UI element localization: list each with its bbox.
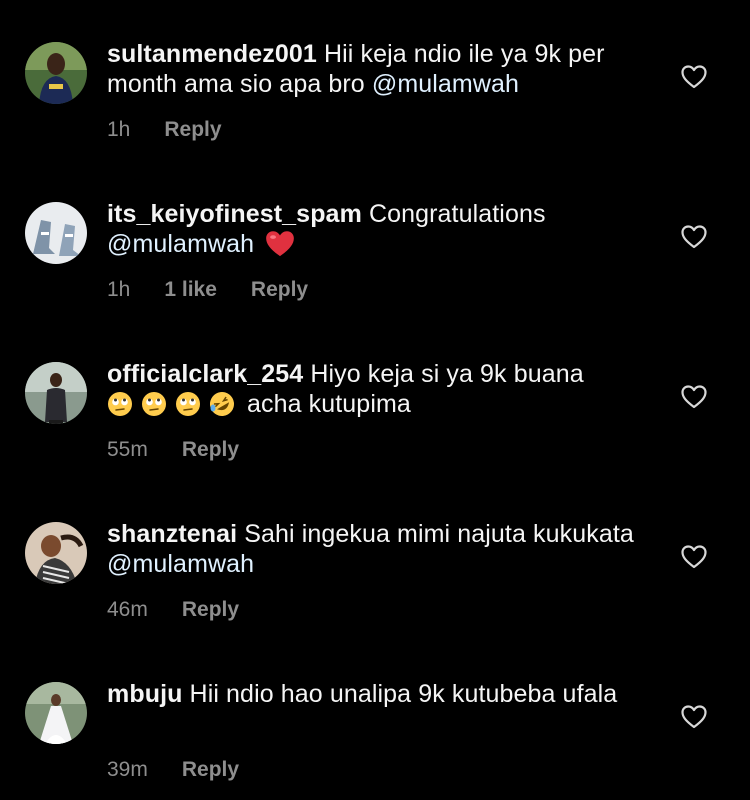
comment-meta: 1h Reply [107, 117, 222, 143]
reply-button[interactable]: Reply [164, 117, 221, 143]
reply-button[interactable]: Reply [182, 437, 239, 463]
comment-body: Congratulations [368, 200, 546, 228]
heart-icon[interactable] [681, 225, 707, 249]
avatar[interactable] [25, 42, 87, 104]
comment-body-continued: acha kutupima [247, 390, 411, 418]
comment-time: 55m [107, 438, 148, 461]
comment-username[interactable]: its_keiyofinest_spam [107, 200, 362, 228]
avatar[interactable] [25, 682, 87, 744]
comment-item: its_keiyofinest_spam Congratulations @mu… [0, 160, 750, 320]
heart-icon[interactable] [681, 705, 707, 729]
reply-button[interactable]: Reply [251, 277, 308, 303]
rolling-on-floor-laughing-emoji-icon [210, 392, 234, 416]
reply-button[interactable]: Reply [182, 597, 239, 623]
comment-text: officialclark_254 Hiyo keja si ya 9k bua… [107, 359, 667, 419]
avatar[interactable] [25, 362, 87, 424]
comment-text: mbuju Hii ndio hao unalipa 9k kutubeba u… [107, 679, 667, 709]
face-with-rolling-eyes-emoji-icon [108, 392, 132, 416]
comment-text: sultanmendez001 Hii keja ndio ile ya 9k … [107, 39, 667, 99]
comment-meta: 39m Reply [107, 757, 239, 783]
comment-item: sultanmendez001 Hii keja ndio ile ya 9k … [0, 0, 750, 160]
comment-meta: 55m Reply [107, 437, 239, 463]
face-with-rolling-eyes-emoji-icon [142, 392, 166, 416]
comment-time: 1h [107, 278, 131, 301]
mention-link[interactable]: @mulamwah [107, 230, 254, 258]
heart-icon[interactable] [681, 385, 707, 409]
red-heart-emoji-icon [266, 231, 295, 257]
avatar[interactable] [25, 522, 87, 584]
comment-time: 46m [107, 598, 148, 621]
heart-icon[interactable] [681, 545, 707, 569]
comment-body: Sahi ingekua mimi najuta kukukata [244, 520, 634, 548]
comment-time: 1h [107, 118, 131, 141]
comment-username[interactable]: shanztenai [107, 520, 237, 548]
comment-item: officialclark_254 Hiyo keja si ya 9k bua… [0, 320, 750, 480]
comment-item: shanztenai Sahi ingekua mimi najuta kuku… [0, 480, 750, 640]
reply-button[interactable]: Reply [182, 757, 239, 783]
comment-body: Hii ndio hao unalipa 9k kutubeba ufala [189, 680, 618, 708]
comment-meta: 46m Reply [107, 597, 239, 623]
comment-text: its_keiyofinest_spam Congratulations @mu… [107, 199, 667, 259]
face-with-rolling-eyes-emoji-icon [176, 392, 200, 416]
comment-body: Hiyo keja si ya 9k buana [310, 360, 584, 388]
comment-text: shanztenai Sahi ingekua mimi najuta kuku… [107, 519, 667, 579]
likes-count[interactable]: 1 like [164, 277, 217, 303]
avatar[interactable] [25, 202, 87, 264]
comment-username[interactable]: mbuju [107, 680, 183, 708]
comment-username[interactable]: sultanmendez001 [107, 40, 317, 68]
comment-item: mbuju Hii ndio hao unalipa 9k kutubeba u… [0, 640, 750, 800]
comment-username[interactable]: officialclark_254 [107, 360, 303, 388]
comment-time: 39m [107, 758, 148, 781]
mention-link[interactable]: @mulamwah [372, 70, 519, 98]
heart-icon[interactable] [681, 65, 707, 89]
mention-link[interactable]: @mulamwah [107, 550, 254, 578]
comment-meta: 1h 1 like Reply [107, 277, 308, 303]
